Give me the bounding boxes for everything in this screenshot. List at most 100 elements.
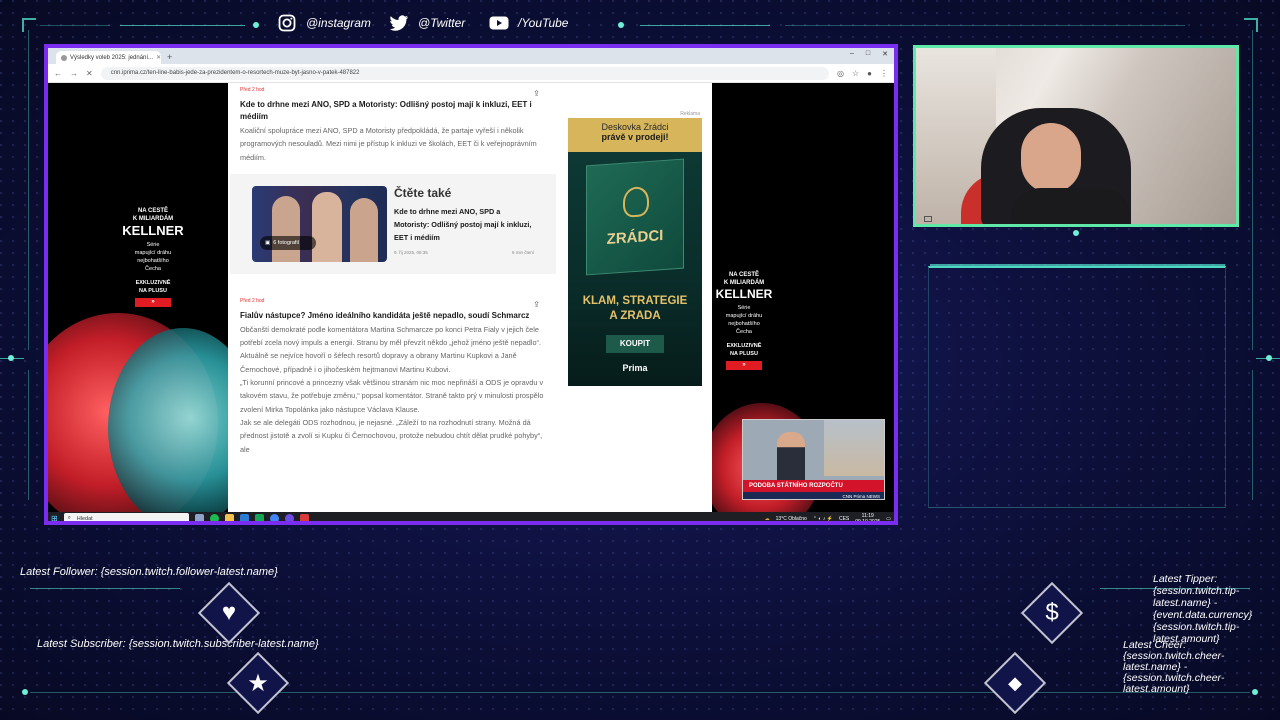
ad-slogan: KLAM, STRATEGIE xyxy=(582,295,688,307)
read-also-thumbnail[interactable]: ▣ 6 fotografií xyxy=(252,185,387,262)
clock[interactable]: 11:19 09.10.2025 xyxy=(855,513,881,525)
obs-icon[interactable] xyxy=(299,514,309,521)
tipper-line: {event.data.currency} xyxy=(1153,609,1253,621)
ad-sub: mapující dráhu xyxy=(725,313,763,319)
zradci-ad[interactable]: Deskovka Zrádci právě v prodeji! ZRÁDCI … xyxy=(568,118,702,386)
page-viewport: NA CESTĚ K MILIARDÁM KELLNER Série mapuj… xyxy=(48,83,894,512)
video-popout[interactable]: PODOBA STÁTNÍHO ROZPOČTU CNN Prima NEWS xyxy=(742,419,885,500)
deco-line xyxy=(785,25,1185,26)
ad-top-line: právě v prodeji! xyxy=(601,132,669,142)
photo-gallery-icon: ▣ xyxy=(265,239,271,246)
video-background xyxy=(824,420,884,476)
ad-sub: Série xyxy=(737,305,751,311)
deco-dot xyxy=(1073,230,1079,236)
notification-icon[interactable]: ▭ xyxy=(886,516,891,522)
search-placeholder: Hledat xyxy=(76,515,93,522)
youtube-label: /YouTube xyxy=(518,16,569,30)
read-also-date: 9. říj 2025, 05:35 xyxy=(394,249,428,255)
chrome-icon[interactable] xyxy=(269,514,279,521)
clock-date: 09.10.2025 xyxy=(855,518,881,525)
item-time: Před 2 hod xyxy=(240,87,265,93)
close-tab-icon[interactable]: ✕ xyxy=(156,54,161,61)
file-explorer-icon[interactable] xyxy=(224,514,234,521)
tipper-line: {session.twitch.tip- xyxy=(1153,621,1240,633)
browser-capture: Výsledky voleb 2025: jednání... ✕ + – □ … xyxy=(44,44,898,525)
share-icon[interactable]: ⇪ xyxy=(533,300,540,309)
stream-overlay: @instagram @Twitter /YouTube Výsledky vo… xyxy=(0,0,1280,720)
ad-button[interactable]: » xyxy=(135,298,171,307)
latest-follower: Latest Follower: {session.twitch.followe… xyxy=(20,566,278,578)
ad-sub: nejbohatšího xyxy=(137,258,169,264)
app-icon[interactable] xyxy=(284,514,294,521)
article-column: Před 2 hod ⇪ Kde to drhne mezi ANO, SPD … xyxy=(228,83,558,512)
ad-button[interactable]: » xyxy=(726,361,762,370)
address-bar-row: ← → ✕ cnn.iprima.cz/ten-line-babis-jede-… xyxy=(48,64,894,83)
ad-brand: KELLNER xyxy=(715,287,773,301)
bookmark-star-icon[interactable]: ☆ xyxy=(852,69,859,78)
share-icon[interactable]: ⇪ xyxy=(533,89,540,98)
ad-top-line: Deskovka Zrádci xyxy=(601,122,669,132)
deco-line xyxy=(40,25,110,26)
language-indicator[interactable]: CES xyxy=(839,516,849,522)
spotify-icon[interactable] xyxy=(209,514,219,521)
instagram-handle[interactable]: @instagram xyxy=(276,12,371,34)
url-field[interactable]: cnn.iprima.cz/ten-line-babis-jede-za-pre… xyxy=(100,66,829,80)
excel-icon[interactable] xyxy=(254,514,264,521)
tab-title: Výsledky voleb 2025: jednání... xyxy=(70,54,154,61)
windows-start-icon[interactable]: ⊞ xyxy=(51,514,58,521)
kellner-ad-left[interactable]: NA CESTĚ K MILIARDÁM KELLNER Série mapuj… xyxy=(48,83,228,512)
deco-line xyxy=(28,370,29,500)
photo-person xyxy=(350,197,378,262)
article-paragraph: „Ti korunní princové a princezny však vě… xyxy=(240,378,544,414)
prima-logo: Prima xyxy=(622,363,648,373)
twitter-handle[interactable]: @Twitter xyxy=(388,12,465,34)
taskbar-search[interactable]: ⌕ Hledat xyxy=(63,513,189,522)
youtube-handle[interactable]: /YouTube xyxy=(488,12,568,34)
close-window-button[interactable]: ✕ xyxy=(882,50,888,58)
cheer-badge: ◆ xyxy=(983,651,1047,715)
buy-button[interactable]: KOUPIT xyxy=(606,335,664,353)
search-icon: ⌕ xyxy=(67,515,71,521)
new-tab-button[interactable]: + xyxy=(167,51,172,64)
minimize-button[interactable]: – xyxy=(850,50,854,58)
forward-icon[interactable]: → xyxy=(70,69,78,78)
read-also-box[interactable]: ▣ 6 fotografií Čtěte také Kde to drhne m… xyxy=(230,173,556,274)
sidebar-column: Reklama Deskovka Zrádci právě v prodeji!… xyxy=(558,83,712,512)
deco-dot xyxy=(22,689,28,695)
cheer-line: latest.amount} xyxy=(1123,683,1190,695)
tray-icons[interactable]: ⌃ ◐ ♪ ⚡ xyxy=(813,516,833,522)
eye-off-icon[interactable]: ◎ xyxy=(837,69,844,78)
deco-line xyxy=(28,30,29,350)
ad-promo: EXKLUZIVNĚ xyxy=(726,343,762,349)
ad-line: K MILIARDÁM xyxy=(723,280,765,286)
reload-icon[interactable]: ✕ xyxy=(86,69,93,78)
outlook-icon[interactable] xyxy=(239,514,249,521)
game-box: ZRÁDCI xyxy=(586,158,684,276)
read-also-headline[interactable]: Kde to drhne mezi ANO, SPD a Motoristy: … xyxy=(394,205,534,244)
article-headline[interactable]: Kde to drhne mezi ANO, SPD a Motoristy: … xyxy=(240,99,546,123)
deco-line xyxy=(1252,370,1253,500)
menu-dots-icon[interactable]: ⋮ xyxy=(880,69,888,78)
weather-icon: ☁ xyxy=(764,515,770,522)
item-time: Před 2 hod xyxy=(240,297,265,304)
article-headline[interactable]: Fialův nástupce? Jméno ideálního kandidá… xyxy=(240,310,546,322)
follower-badge: ♥ xyxy=(197,581,261,645)
corner-bracket xyxy=(22,18,36,32)
window-controls: – □ ✕ xyxy=(850,50,888,58)
task-view-icon[interactable] xyxy=(194,514,204,521)
ad-sub: Čecha xyxy=(736,329,752,335)
maximize-button[interactable]: □ xyxy=(866,50,870,58)
deco-dot xyxy=(1266,355,1272,361)
deco-dot xyxy=(253,22,259,28)
presenter xyxy=(777,432,805,482)
chat-panel xyxy=(928,266,1226,508)
ad-sub: Čecha xyxy=(145,266,161,272)
latest-cheer: Latest Cheer: {session.twitch.cheer- lat… xyxy=(1123,640,1224,695)
subscriber-badge: ★ xyxy=(226,651,290,715)
ad-sub: Série xyxy=(146,242,160,248)
ad-promo: EXKLUZIVNĚ xyxy=(135,280,171,286)
back-icon[interactable]: ← xyxy=(54,69,62,78)
profile-icon[interactable]: ● xyxy=(867,69,872,78)
deco-square xyxy=(924,216,932,222)
browser-tab[interactable]: Výsledky voleb 2025: jednání... ✕ xyxy=(56,51,161,64)
